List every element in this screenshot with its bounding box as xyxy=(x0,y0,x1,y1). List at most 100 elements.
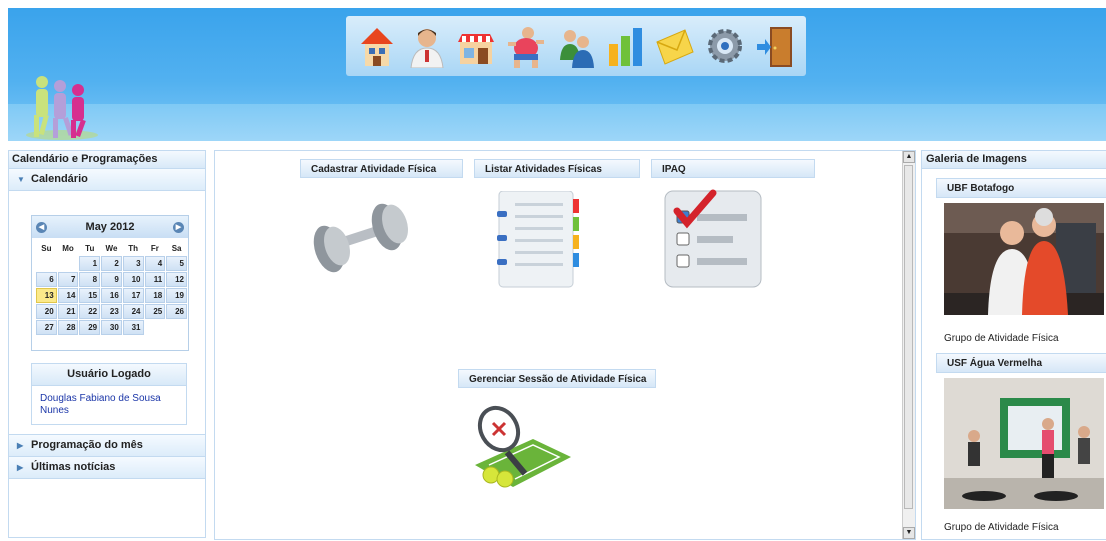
mail-icon[interactable] xyxy=(655,24,695,68)
main-content: Cadastrar Atividade Física Listar Ativid… xyxy=(214,150,916,540)
stores-icon[interactable] xyxy=(456,24,496,68)
calendar-day[interactable]: 14 xyxy=(57,288,79,303)
calendar-day[interactable]: 24 xyxy=(122,304,144,319)
calendar-empty-cell xyxy=(145,320,166,335)
calendar-day[interactable]: 31 xyxy=(122,320,144,335)
weekday-label: Sa xyxy=(171,243,182,253)
calendar-day[interactable]: 11 xyxy=(144,272,166,287)
exit-door-icon[interactable] xyxy=(755,24,795,68)
calendar-day[interactable]: 27 xyxy=(36,320,57,335)
calendar-day[interactable]: 7 xyxy=(57,272,79,287)
calendar-day[interactable]: 8 xyxy=(79,272,101,287)
gallery-1-photo[interactable] xyxy=(944,203,1104,315)
checklist-notebook-icon[interactable] xyxy=(485,191,585,291)
calendar-grid: Su Mo Tu We Th Fr Sa 1 2 3 4 5 6 7 8 9 10 11 12 13 14 15 16 17… xyxy=(35,240,188,336)
prev-month-button[interactable]: ◀ xyxy=(36,221,47,233)
bar-chart-icon[interactable] xyxy=(606,24,646,68)
accordion-programacao[interactable]: ▶ Programação do mês xyxy=(9,434,205,457)
weekday-label: Su xyxy=(41,243,52,253)
calendar-days: 1 2 3 4 5 6 7 8 9 10 11 12 13 14 15 16 17 18 19 20 21 22 23 24 2… xyxy=(36,256,187,335)
runner-icon[interactable] xyxy=(506,24,546,68)
scroll-up-button[interactable]: ▲ xyxy=(903,151,915,163)
tennis-racket-icon[interactable] xyxy=(469,405,573,495)
chevron-down-icon: ▼ xyxy=(17,175,25,184)
calendar-day[interactable]: 2 xyxy=(101,256,122,271)
calendar-day[interactable]: 4 xyxy=(144,256,166,271)
calendar-day[interactable]: 23 xyxy=(101,304,122,319)
gallery-1-title: UBF Botafogo xyxy=(936,178,1106,198)
accordion-noticias[interactable]: ▶ Últimas notícias xyxy=(9,457,205,479)
runners-logo[interactable] xyxy=(22,60,102,142)
weekday-row: Su Mo Tu We Th Fr Sa xyxy=(36,241,187,255)
vertical-scrollbar[interactable]: ▲ ▼ xyxy=(902,151,915,539)
calendar-day[interactable]: 10 xyxy=(122,272,144,287)
main-toolbar xyxy=(346,16,806,76)
chevron-right-icon: ▶ xyxy=(17,463,24,472)
calendar-day-today[interactable]: 13 xyxy=(36,288,57,303)
home-icon[interactable] xyxy=(357,24,397,68)
calendar-day[interactable]: 22 xyxy=(79,304,101,319)
gallery-1-caption: Grupo de Atividade Física xyxy=(944,333,1059,344)
calendar-week: 12345 xyxy=(36,256,187,271)
calendar-empty-cell xyxy=(36,256,57,271)
gallery-2-caption: Grupo de Atividade Física xyxy=(944,522,1059,533)
accordion-programacao-label: Programação do mês xyxy=(31,439,143,451)
calendar-day[interactable]: 16 xyxy=(101,288,122,303)
scroll-down-button[interactable]: ▼ xyxy=(903,527,915,539)
gallery-panel: Galeria de Imagens UBF Botafogo Grupo de… xyxy=(921,150,1106,540)
calendar-empty-cell xyxy=(166,320,187,335)
calendar-day[interactable]: 12 xyxy=(166,272,187,287)
accordion-calendar-label: Calendário xyxy=(31,173,88,185)
tile-listar-title[interactable]: Listar Atividades Físicas xyxy=(474,159,640,178)
dumbbell-icon[interactable] xyxy=(307,191,417,281)
calendar-day[interactable]: 28 xyxy=(57,320,79,335)
calendar-empty-cell xyxy=(58,256,79,271)
calendar-day[interactable]: 15 xyxy=(79,288,101,303)
chevron-right-icon: ▶ xyxy=(17,441,24,450)
weekday-label: Mo xyxy=(62,243,74,253)
gallery-title: Galeria de Imagens xyxy=(922,151,1106,169)
left-panel-title: Calendário e Programações xyxy=(9,151,205,169)
checkbox-form-icon[interactable] xyxy=(661,189,765,293)
tile-gerenciar-title[interactable]: Gerenciar Sessão de Atividade Física xyxy=(458,369,656,388)
calendar-day[interactable]: 26 xyxy=(166,304,187,319)
calendar-day[interactable]: 30 xyxy=(101,320,122,335)
left-panel: Calendário e Programações ▼ Calendário ◀ … xyxy=(8,150,206,538)
scroll-thumb[interactable] xyxy=(904,165,913,509)
app-header xyxy=(8,8,1106,141)
logged-user-title: Usuário Logado xyxy=(32,364,186,386)
next-month-button[interactable]: ▶ xyxy=(173,221,184,233)
tile-cadastrar-title[interactable]: Cadastrar Atividade Física xyxy=(300,159,463,178)
calendar-day[interactable]: 21 xyxy=(57,304,79,319)
users-group-icon[interactable] xyxy=(556,24,596,68)
weekday-label: We xyxy=(105,243,118,253)
calendar-week: 6 7 8 9 10 11 12 xyxy=(36,272,187,287)
accordion-calendar[interactable]: ▼ Calendário xyxy=(9,169,205,191)
weekday-label: Tu xyxy=(85,243,95,253)
calendar-day[interactable]: 9 xyxy=(101,272,122,287)
logged-user-box: Usuário Logado Douglas Fabiano de Sousa … xyxy=(31,363,187,425)
calendar-day[interactable]: 25 xyxy=(144,304,166,319)
calendar-week: 27 28 29 30 31 xyxy=(36,320,187,335)
calendar-day[interactable]: 3 xyxy=(122,256,144,271)
header-band xyxy=(8,104,1106,141)
calendar-widget: ◀ May 2012 ▶ Su Mo Tu We Th Fr Sa 1 2 3 4 5 6 7 8 9 10 1… xyxy=(31,215,189,351)
calendar-day[interactable]: 19 xyxy=(166,288,187,303)
logged-user-name[interactable]: Douglas Fabiano de Sousa Nunes xyxy=(32,386,186,424)
calendar-day[interactable]: 5 xyxy=(166,256,187,271)
weekday-label: Th xyxy=(128,243,139,253)
calendar-day[interactable]: 29 xyxy=(79,320,101,335)
calendar-week: 13 14 15 16 17 18 19 xyxy=(36,288,187,303)
calendar-day[interactable]: 17 xyxy=(122,288,144,303)
gallery-2-photo[interactable] xyxy=(944,378,1104,509)
calendar-day[interactable]: 6 xyxy=(36,272,57,287)
calendar-day[interactable]: 20 xyxy=(36,304,57,319)
settings-gear-icon[interactable] xyxy=(705,24,745,68)
calendar-day[interactable]: 1 xyxy=(79,256,101,271)
accordion-noticias-label: Últimas notícias xyxy=(31,461,116,473)
calendar-day[interactable]: 18 xyxy=(144,288,166,303)
weekday-label: Fr xyxy=(150,243,159,253)
gallery-2-title: USF Água Vermelha xyxy=(936,353,1106,373)
tile-ipaq-title[interactable]: IPAQ xyxy=(651,159,815,178)
user-icon[interactable] xyxy=(407,24,447,68)
